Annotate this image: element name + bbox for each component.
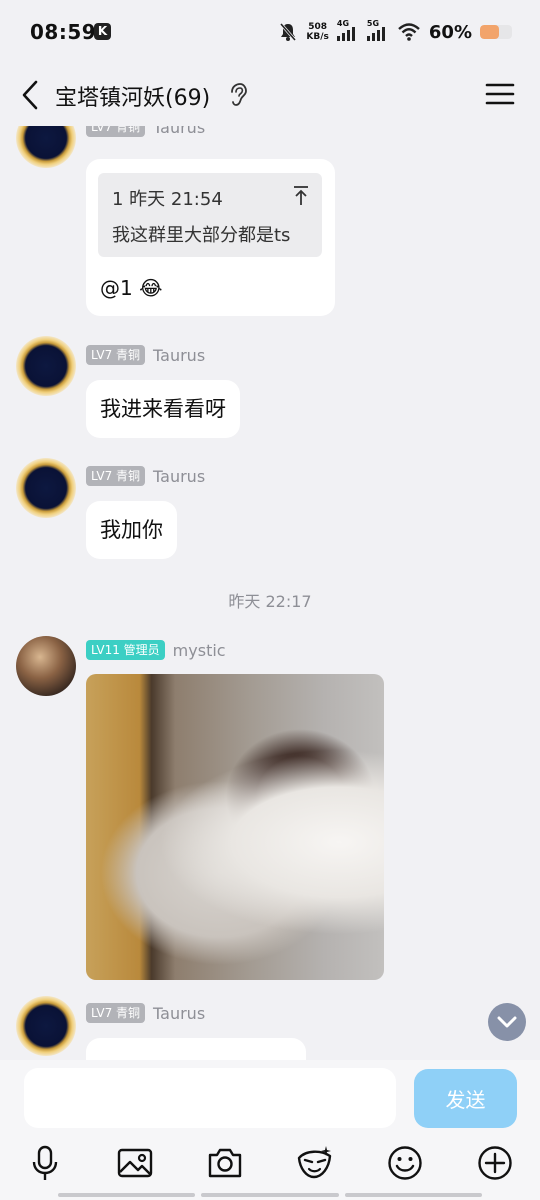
sender-name: Taurus [153, 1003, 206, 1023]
sender-line: LV7 青铜 Taurus [86, 126, 205, 138]
message-bubble[interactable]: 1 昨天 21:54 我这群里大部分都是ts @1 😂 [86, 159, 335, 316]
image-icon[interactable] [116, 1144, 154, 1182]
level-badge: LV7 青铜 [86, 126, 146, 137]
input-area: 发送 [0, 1060, 540, 1200]
sender-line: LV7 青铜 Taurus [86, 344, 205, 366]
mute-bell-icon [280, 23, 297, 41]
message-item: LV7 青铜 Taurus [0, 994, 540, 1060]
back-arrow-icon[interactable] [18, 78, 44, 112]
app-notification-icon: K [94, 23, 111, 40]
scroll-to-bottom-button[interactable] [488, 1003, 526, 1041]
group-title[interactable]: 宝塔镇河妖(69) [55, 80, 210, 112]
status-time: 08:59 [30, 20, 97, 44]
message-item: LV11 管理员 mystic [0, 634, 540, 990]
admin-level-badge: LV11 管理员 [86, 640, 165, 660]
level-badge: LV7 青铜 [86, 1003, 146, 1023]
quote-header: 1 昨天 21:54 [112, 189, 223, 210]
message-text: 我加你 [100, 518, 163, 542]
chat-messages[interactable]: LV7 青铜 Taurus 1 昨天 21:54 我这群里大部分都是ts @1 … [0, 126, 540, 1060]
signal-5g-icon: 5G [366, 19, 389, 41]
quote-text: 我这群里大部分都是ts [112, 225, 291, 246]
quoted-message[interactable]: 1 昨天 21:54 我这群里大部分都是ts [98, 173, 322, 257]
message-bubble[interactable] [86, 1038, 306, 1060]
message-input[interactable] [24, 1068, 396, 1128]
avatar[interactable] [16, 336, 76, 396]
level-badge: LV7 青铜 [86, 345, 146, 365]
send-button[interactable]: 发送 [414, 1069, 517, 1128]
sender-line: LV11 管理员 mystic [86, 639, 226, 661]
sender-name: Taurus [153, 126, 206, 137]
sender-name: mystic [172, 640, 226, 660]
status-bar: 08:59 K 508 KB/s 4G 5G 60% [0, 0, 540, 64]
message-item: LV7 青铜 Taurus 我加你 [0, 458, 540, 568]
input-toolbar [0, 1144, 540, 1184]
sender-line: LV7 青铜 Taurus [86, 465, 205, 487]
signal-4g-icon: 4G [336, 19, 359, 41]
level-badge: LV7 青铜 [86, 466, 146, 486]
time-divider: 昨天 22:17 [228, 592, 312, 611]
network-speed: 508 KB/s [306, 22, 329, 42]
avatar[interactable] [16, 458, 76, 518]
home-indicator [58, 1193, 482, 1197]
emoji-icon[interactable] [386, 1144, 424, 1182]
ear-mode-icon[interactable] [228, 82, 248, 108]
avatar[interactable] [16, 996, 76, 1056]
sender-name: Taurus [153, 466, 206, 486]
sender-line: LV7 青铜 Taurus [86, 1002, 205, 1024]
menu-icon[interactable] [484, 80, 516, 108]
plus-icon[interactable] [476, 1144, 514, 1182]
wifi-icon [398, 23, 420, 41]
chevron-down-icon [497, 1016, 517, 1028]
message-bubble[interactable]: 我加你 [86, 501, 177, 559]
image-message[interactable] [86, 674, 384, 980]
message-item: LV7 青铜 Taurus 1 昨天 21:54 我这群里大部分都是ts @1 … [0, 126, 540, 326]
jump-to-top-icon[interactable] [292, 185, 310, 207]
message-bubble[interactable]: 我进来看看呀 [86, 380, 240, 438]
avatar[interactable] [16, 126, 76, 168]
message-text: @1 😂 [100, 276, 163, 300]
message-text: 我进来看看呀 [100, 397, 226, 421]
microphone-icon[interactable] [26, 1144, 64, 1182]
sticker-icon[interactable] [296, 1144, 334, 1182]
camera-icon[interactable] [206, 1144, 244, 1182]
chat-header: 宝塔镇河妖(69) [0, 64, 540, 126]
status-icons: 508 KB/s 4G 5G 60% [278, 18, 512, 46]
battery-percent: 60% [428, 21, 472, 43]
avatar[interactable] [16, 636, 76, 696]
sender-name: Taurus [153, 345, 206, 365]
message-item: LV7 青铜 Taurus 我进来看看呀 [0, 336, 540, 446]
battery-icon [480, 25, 512, 39]
